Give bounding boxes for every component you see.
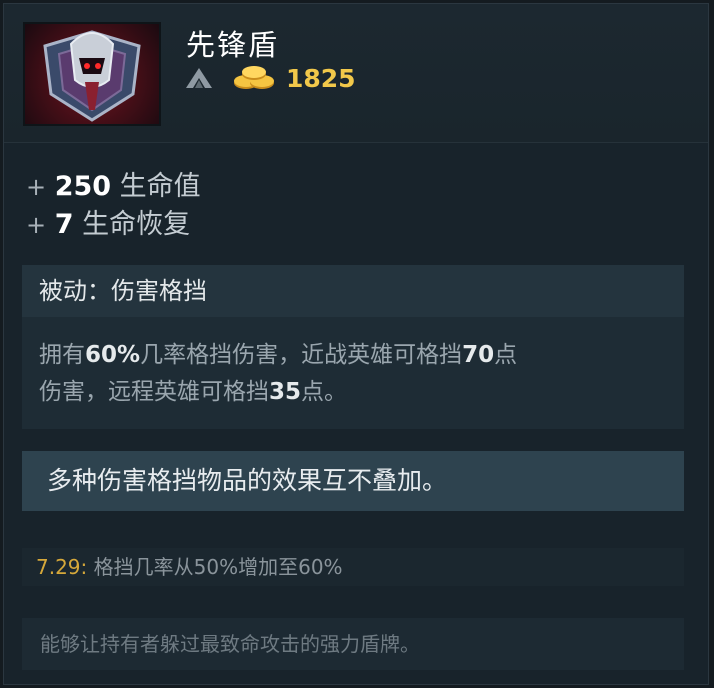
item-cost: 1825 — [286, 64, 356, 93]
desc-text: 伤害，远程英雄可格挡 — [39, 379, 269, 405]
stat-plus: + — [26, 173, 47, 201]
desc-text: 拥有 — [39, 342, 85, 368]
ability-panel: 被动：伤害格挡 拥有60%几率格挡伤害，近战英雄可格挡70点伤害，远程英雄可格挡… — [22, 265, 684, 429]
tooltip-header: 先锋盾 1825 — [4, 4, 708, 143]
stat-row-health: + 250 生命值 — [26, 168, 201, 206]
patch-note: 7.29: 格挡几率从50%增加至60% — [22, 548, 684, 586]
ability-title: 被动：伤害格挡 — [22, 265, 684, 317]
patch-version: 7.29: — [36, 555, 88, 579]
stat-plus: + — [26, 211, 47, 239]
stat-name: 生命恢复 — [82, 209, 191, 240]
patch-text: 格挡几率从50%增加至60% — [93, 555, 343, 579]
desc-text: 几率格挡伤害，近战英雄可格挡 — [140, 342, 463, 368]
stat-row-health-regen: + 7 生命恢复 — [26, 206, 201, 244]
stat-value: 250 — [54, 171, 112, 202]
stat-name: 生命值 — [119, 171, 201, 202]
vanguard-shield-icon — [23, 22, 161, 126]
gold-coins-icon — [234, 66, 274, 89]
desc-value: 60% — [85, 342, 141, 368]
item-tooltip: 先锋盾 1825 + 250 生命值 + 7 生命恢复 被动：伤害格挡 拥有60… — [3, 3, 709, 685]
stat-value: 7 — [54, 209, 74, 240]
desc-text: 点 — [494, 342, 518, 368]
desc-text: 点。 — [301, 379, 348, 405]
desc-value: 35 — [269, 379, 302, 405]
item-lore: 能够让持有者躲过最致命攻击的强力盾牌。 — [22, 618, 684, 670]
stat-list: + 250 生命值 + 7 生命恢复 — [26, 168, 201, 244]
stacking-note: 多种伤害格挡物品的效果互不叠加。 — [22, 451, 684, 511]
side-shop-icon — [186, 68, 212, 88]
item-name: 先锋盾 — [186, 28, 280, 62]
ability-description: 拥有60%几率格挡伤害，近战英雄可格挡70点伤害，远程英雄可格挡35点。 — [39, 337, 669, 411]
desc-value: 70 — [462, 342, 495, 368]
